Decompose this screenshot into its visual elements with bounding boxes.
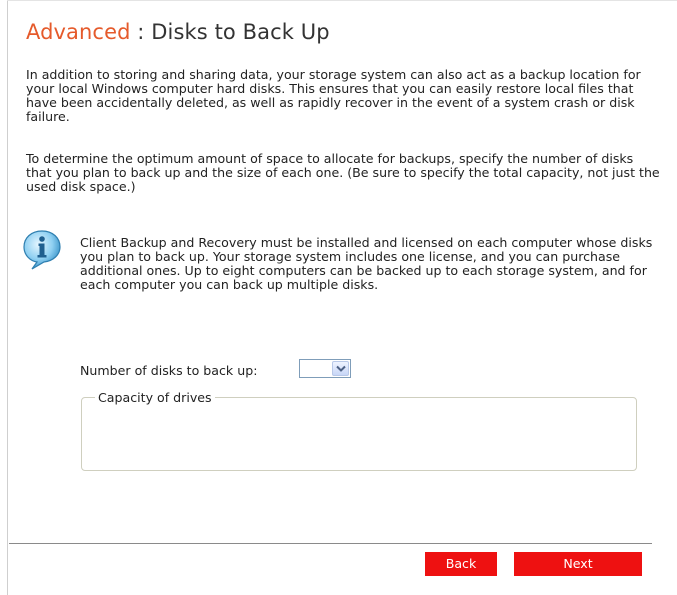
intro-paragraph-1: In addition to storing and sharing data,… [26, 67, 641, 124]
page-title: Advanced : Disks to Back Up [26, 20, 330, 44]
page-title-accent: Advanced [26, 20, 131, 44]
page-title-text: Disks to Back Up [151, 20, 330, 44]
info-icon [23, 230, 61, 270]
chevron-down-icon[interactable] [332, 361, 349, 376]
info-text: Client Backup and Recovery must be insta… [80, 235, 653, 292]
intro-paragraph-2: To determine the optimum amount of space… [26, 151, 660, 194]
capacity-of-drives-legend: Capacity of drives [95, 391, 215, 405]
frame-left-border [7, 0, 8, 595]
next-button[interactable]: Next [514, 552, 642, 576]
back-button[interactable]: Back [425, 552, 497, 576]
page-title-separator: : [130, 20, 152, 44]
disks-count-label: Number of disks to back up: [80, 363, 258, 378]
frame-top-border [7, 0, 677, 1]
footer-divider [9, 543, 652, 544]
disks-count-select[interactable] [299, 359, 351, 378]
capacity-of-drives-group: Capacity of drives [81, 391, 637, 471]
